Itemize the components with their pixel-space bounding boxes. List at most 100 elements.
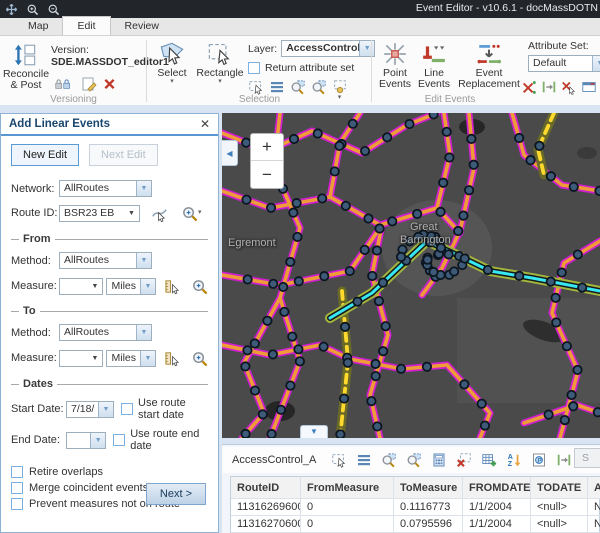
- route-id-dropdown[interactable]: BSR23 EB ▼: [59, 205, 140, 222]
- to-zoom-icon[interactable]: [191, 349, 208, 367]
- tab-review[interactable]: Review: [111, 17, 173, 35]
- select-features-icon[interactable]: [330, 452, 347, 469]
- route-id-dropdown-arrow[interactable]: ▼: [124, 206, 139, 221]
- from-method-dropdown[interactable]: AllRoutes ▼: [59, 252, 152, 269]
- expand-table-tab[interactable]: ▼: [300, 425, 328, 438]
- prevent-measures-checkbox[interactable]: [11, 498, 23, 510]
- select-marquee-icon[interactable]: [247, 78, 264, 95]
- split-event-icon[interactable]: [520, 78, 537, 95]
- close-icon[interactable]: ✕: [200, 118, 210, 130]
- select-route-on-map-icon[interactable]: [150, 204, 168, 222]
- table-cell[interactable]: 11316269600: [231, 499, 301, 516]
- show-list-icon[interactable]: [355, 452, 372, 469]
- to-method-dropdown[interactable]: AllRoutes ▼: [59, 324, 152, 341]
- table-row[interactable]: 1131626960000.11167731/1/2004<null>N: [231, 499, 599, 516]
- from-unit-arrow[interactable]: ▼: [140, 279, 155, 294]
- next-edit-button[interactable]: Next Edit: [89, 144, 158, 166]
- column-header-tomeasure[interactable]: ToMeasure: [394, 477, 463, 499]
- from-measure-input[interactable]: ▼: [59, 278, 103, 295]
- new-edit-button[interactable]: New Edit: [11, 144, 79, 166]
- column-header-ac[interactable]: AC: [588, 477, 600, 499]
- table-cell[interactable]: 1/1/2004: [463, 499, 531, 516]
- table-cell[interactable]: N: [588, 499, 600, 516]
- tab-edit[interactable]: Edit: [62, 16, 110, 35]
- table-cell[interactable]: 0.0795596: [394, 516, 463, 533]
- clear-selection-icon[interactable]: [455, 452, 472, 469]
- column-header-routeid[interactable]: RouteID: [231, 477, 301, 499]
- snap-event-icon[interactable]: [560, 78, 577, 95]
- from-measure-arrow[interactable]: ▼: [87, 279, 102, 294]
- from-measure-pick-icon[interactable]: [164, 277, 181, 295]
- to-method-arrow[interactable]: ▼: [136, 325, 151, 340]
- offset-event-icon[interactable]: [540, 78, 557, 95]
- select-dropdown-caret[interactable]: ▾: [170, 79, 174, 85]
- rectangle-button[interactable]: Rectangle ▾: [195, 40, 245, 85]
- to-unit-arrow[interactable]: ▼: [140, 351, 155, 366]
- offset-icon[interactable]: [555, 452, 572, 469]
- point-events-button[interactable]: Point Events: [376, 40, 414, 90]
- table-cell[interactable]: 0.1116773: [394, 499, 463, 516]
- from-zoom-icon[interactable]: [191, 277, 208, 295]
- tab-map[interactable]: Map: [14, 17, 62, 35]
- table-cell[interactable]: 0: [301, 516, 394, 533]
- table-cell[interactable]: <null>: [531, 516, 588, 533]
- add-record-icon[interactable]: [480, 452, 497, 469]
- start-date-input[interactable]: 7/18/ ▼: [66, 401, 114, 418]
- next-button[interactable]: Next >: [146, 483, 206, 505]
- rectangle-dropdown-caret[interactable]: ▾: [218, 79, 222, 85]
- return-attribute-set-checkbox[interactable]: [248, 62, 260, 74]
- to-measure-pick-icon[interactable]: [164, 349, 181, 367]
- route-zoom-icon[interactable]: [180, 204, 198, 222]
- table-cell[interactable]: N: [588, 516, 600, 533]
- attribute-page-icon[interactable]: P: [530, 452, 547, 469]
- end-date-arrow[interactable]: ▼: [90, 433, 105, 448]
- zoom-to-selected-icon[interactable]: [289, 78, 306, 95]
- zoom-out-button[interactable]: −: [251, 161, 283, 188]
- end-date-input[interactable]: ▼: [66, 432, 106, 449]
- save-button[interactable]: S: [574, 448, 600, 468]
- attribute-set-dropdown[interactable]: Default ▼: [528, 55, 600, 72]
- use-route-end-date-checkbox[interactable]: [113, 434, 125, 446]
- network-dropdown-arrow[interactable]: ▼: [136, 181, 151, 196]
- table-cell[interactable]: 11316270600: [231, 516, 301, 533]
- from-unit-dropdown[interactable]: Miles ▼: [106, 278, 156, 295]
- from-method-arrow[interactable]: ▼: [136, 253, 151, 268]
- collapse-panel-tab[interactable]: ◀: [222, 140, 238, 166]
- route-zoom-caret[interactable]: ▾: [198, 210, 202, 216]
- column-header-fromdate[interactable]: FROMDATE: [463, 477, 531, 499]
- edit-version-icon[interactable]: [80, 75, 97, 92]
- use-route-start-date-checkbox[interactable]: [121, 403, 133, 415]
- select-button[interactable]: Select ▾: [151, 40, 193, 85]
- column-header-frommeasure[interactable]: FromMeasure: [301, 477, 394, 499]
- zoom-in-tool-icon[interactable]: [25, 2, 40, 17]
- unlock-version-icon[interactable]: [52, 75, 74, 92]
- line-events-button[interactable]: Line Events: [416, 40, 452, 90]
- to-measure-input[interactable]: ▼: [59, 350, 103, 367]
- calculator-icon[interactable]: [430, 452, 447, 469]
- pan-to-selected-icon[interactable]: [310, 78, 327, 95]
- event-panel-icon[interactable]: [580, 78, 597, 95]
- start-date-arrow[interactable]: ▼: [98, 402, 113, 417]
- zoom-in-button[interactable]: +: [251, 134, 283, 161]
- map-view[interactable]: Egremont Great Barrington + − ◀ ▼: [222, 113, 600, 438]
- pan-icon[interactable]: [4, 2, 19, 17]
- sort-icon[interactable]: AZ: [505, 452, 522, 469]
- table-cell[interactable]: 1/1/2004: [463, 516, 531, 533]
- reconcile-post-button[interactable]: Reconcile & Post: [2, 41, 50, 91]
- attribute-set-dropdown-arrow[interactable]: ▼: [592, 56, 600, 71]
- pan-to-selection-icon[interactable]: [405, 452, 422, 469]
- zoom-to-selection-icon[interactable]: [380, 452, 397, 469]
- table-cell[interactable]: 0: [301, 499, 394, 516]
- to-measure-arrow[interactable]: ▼: [87, 351, 102, 366]
- delete-version-icon[interactable]: [103, 75, 116, 92]
- layer-dropdown[interactable]: AccessControl_A ▼: [281, 40, 375, 57]
- retire-overlaps-checkbox[interactable]: [11, 466, 23, 478]
- network-dropdown[interactable]: AllRoutes ▼: [59, 180, 152, 197]
- table-cell[interactable]: <null>: [531, 499, 588, 516]
- to-unit-dropdown[interactable]: Miles ▼: [106, 350, 156, 367]
- zoom-out-tool-icon[interactable]: [46, 2, 61, 17]
- column-header-todate[interactable]: TODATE: [531, 477, 588, 499]
- table-row[interactable]: 1131627060000.07955961/1/2004<null>N: [231, 516, 599, 533]
- selection-list-icon[interactable]: [268, 78, 285, 95]
- event-replacement-button[interactable]: Event Replacement: [454, 40, 524, 90]
